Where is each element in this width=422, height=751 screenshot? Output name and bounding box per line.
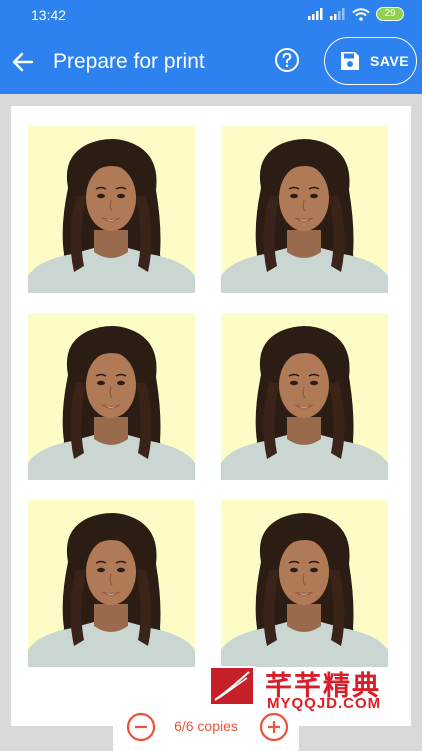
passport-photo[interactable] — [221, 500, 388, 667]
passport-photo[interactable] — [221, 126, 388, 293]
portrait-image — [221, 513, 388, 667]
signal-icon-2 — [330, 8, 345, 20]
status-icons: 29 — [308, 7, 404, 21]
print-sheet — [11, 106, 411, 726]
app-bar: Prepare for print SAVE — [0, 30, 422, 94]
page-title: Prepare for print — [53, 50, 205, 73]
status-bar: 13:42 29 — [0, 0, 422, 30]
watermark: 芊芊精典 MYQQJD.COM — [209, 664, 409, 714]
plus-icon[interactable] — [259, 712, 289, 742]
portrait-image — [221, 326, 388, 480]
save-label: SAVE — [370, 53, 410, 69]
passport-photo[interactable] — [221, 313, 388, 480]
watermark-logo — [209, 666, 255, 706]
save-button[interactable]: SAVE — [324, 37, 417, 85]
help-icon[interactable] — [274, 47, 300, 73]
portrait-image — [28, 139, 195, 293]
passport-photo[interactable] — [28, 500, 195, 667]
floppy-disk-icon — [341, 52, 359, 70]
battery-icon: 29 — [376, 7, 404, 21]
signal-icon — [308, 8, 323, 20]
wifi-icon — [352, 7, 370, 21]
portrait-image — [221, 139, 388, 293]
passport-photo[interactable] — [28, 126, 195, 293]
back-arrow-icon[interactable] — [8, 44, 38, 80]
portrait-image — [28, 513, 195, 667]
watermark-site: MYQQJD.COM — [267, 695, 382, 712]
passport-photo[interactable] — [28, 313, 195, 480]
portrait-image — [28, 326, 195, 480]
status-time: 13:42 — [31, 7, 67, 23]
